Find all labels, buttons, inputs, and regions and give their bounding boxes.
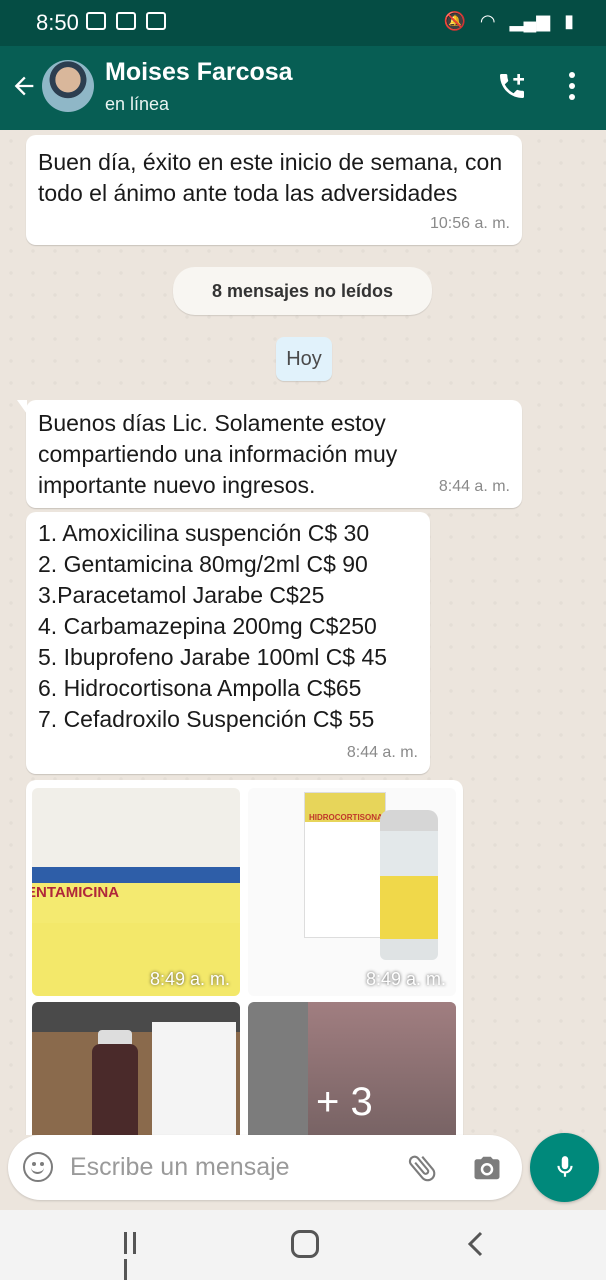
status-system-icons: 🔕 ◠ ▂▄▆ ▮ (444, 11, 575, 32)
message-time: 8:44 a. m. (438, 478, 510, 495)
voicemail-icon (116, 12, 136, 30)
contact-status: en línea (105, 94, 170, 114)
back-arrow-icon[interactable] (10, 72, 38, 100)
message-bubble[interactable]: Buenos días Lic. Solamente estoy compart… (17, 400, 522, 508)
message-text: Buen día, éxito en este inicio de semana… (38, 149, 503, 206)
add-call-icon[interactable] (496, 70, 528, 102)
image-time: 8:49 a. m. (149, 969, 230, 989)
date-chip: Hoy (276, 337, 332, 381)
price-item: 2. Gentamicina 80mg/2ml C$ 90 (38, 551, 368, 577)
chat-header: Moises Farcosa en línea (0, 46, 606, 130)
bottle-image (92, 1044, 138, 1135)
battery-icon: ▮ (564, 11, 574, 31)
wifi-icon: ◠ (479, 11, 496, 31)
mute-icon: 🔕 (443, 11, 466, 31)
chat-area[interactable]: Buen día, éxito en este inicio de semana… (0, 130, 606, 1135)
mic-button[interactable] (530, 1133, 599, 1202)
media-thumbnail-syrup[interactable] (32, 1002, 240, 1135)
back-nav-icon[interactable] (465, 1230, 487, 1258)
vial-image (380, 810, 438, 960)
instagram-icon (146, 12, 166, 30)
message-input[interactable] (70, 1147, 390, 1187)
home-icon[interactable] (291, 1230, 319, 1258)
unread-banner: 8 mensajes no leídos (173, 267, 432, 315)
contact-name[interactable]: Moises Farcosa (105, 58, 293, 87)
media-thumbnail-gentamicina[interactable]: ENTAMICINA 8:49 a. m. (32, 788, 240, 996)
image-time: 8:49 a. m. (365, 969, 446, 989)
message-time: 8:44 a. m. (346, 744, 418, 761)
price-list-bubble[interactable]: 1. Amoxicilina suspención C$ 30 2. Genta… (26, 512, 430, 774)
status-time: 8:50 (36, 10, 79, 35)
more-count: + 3 (316, 1080, 373, 1124)
more-vert-icon[interactable] (560, 72, 584, 104)
status-bar: 8:50 🔕 ◠ ▂▄▆ ▮ (0, 0, 606, 46)
camera-icon[interactable] (470, 1153, 504, 1183)
mic-icon (557, 1156, 573, 1177)
emoji-icon[interactable] (23, 1152, 53, 1182)
status-notification-icons (86, 12, 166, 30)
price-item: 5. Ibuprofeno Jarabe 100ml C$ 45 (38, 644, 388, 670)
image-label: HIDROCORTISONA (309, 813, 383, 822)
message-bubble[interactable]: Buen día, éxito en este inicio de semana… (26, 135, 522, 245)
gallery-icon (86, 12, 106, 30)
price-item: 3.Paracetamol Jarabe C$25 (38, 582, 325, 608)
recents-icon[interactable] (124, 1232, 150, 1280)
price-item: 1. Amoxicilina suspención C$ 30 (38, 520, 370, 546)
message-time: 10:56 a. m. (429, 215, 510, 232)
avatar[interactable] (42, 60, 94, 112)
system-nav-bar (0, 1210, 606, 1280)
media-thumbnail-more[interactable]: + 3 (248, 1002, 456, 1135)
media-thumbnail-hidrocortisona[interactable]: HIDROCORTISONA 8:49 a. m. (248, 788, 456, 996)
attach-icon[interactable] (404, 1151, 440, 1185)
price-item: 4. Carbamazepina 200mg C$250 (38, 613, 377, 639)
price-item: 7. Cefadroxilo Suspención C$ 55 (38, 706, 375, 732)
signal-icon: ▂▄▆ (509, 11, 551, 31)
media-album[interactable]: ENTAMICINA 8:49 a. m. HIDROCORTISONA 8:4… (26, 780, 463, 1135)
message-input-bar (8, 1135, 522, 1200)
image-label: ENTAMICINA (32, 884, 120, 901)
price-item: 6. Hidrocortisona Ampolla C$65 (38, 675, 362, 701)
